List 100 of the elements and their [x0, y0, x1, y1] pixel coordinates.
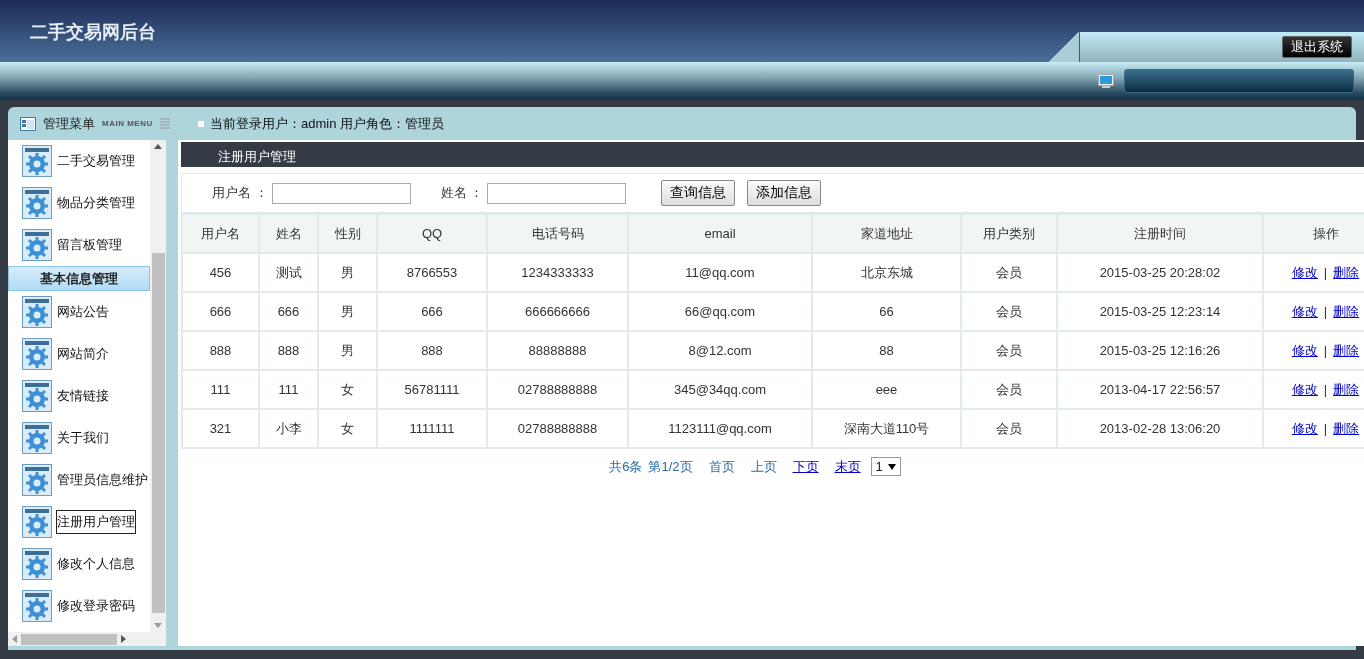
gear-icon: [22, 229, 52, 261]
column-header: 家道地址: [812, 214, 961, 253]
section-title: 注册用户管理: [181, 142, 1364, 167]
table-link[interactable]: 修改: [1291, 381, 1318, 397]
table-cell: 2015-03-25 12:23:14: [1057, 292, 1263, 331]
user-info: 当前登录用户：admin 用户角色：管理员: [210, 114, 445, 133]
table-cell: 1234333333: [487, 253, 628, 292]
table-link[interactable]: 修改: [1291, 420, 1318, 436]
gear-icon: [22, 380, 52, 412]
field-label: 姓名 ：: [440, 184, 484, 202]
table-cell: 会员: [961, 331, 1057, 370]
column-header: 姓名: [259, 214, 318, 253]
table-cell: 男: [318, 253, 377, 292]
scrollbar[interactable]: [150, 140, 166, 632]
sidebar-item[interactable]: 网站简介: [56, 342, 110, 366]
table-cell: 2013-02-28 13:06:20: [1057, 409, 1263, 448]
up-arrow-icon[interactable]: [154, 144, 162, 149]
menu-group-header[interactable]: 基本信息管理: [8, 266, 150, 291]
sidebar-item[interactable]: 注册用户管理: [56, 510, 136, 534]
table-cell: 女: [318, 370, 377, 409]
column-header: email: [628, 214, 812, 253]
column-header: 电话号码: [487, 214, 628, 253]
separator: |: [1323, 264, 1328, 280]
column-header: 操作: [1263, 214, 1364, 253]
input-field[interactable]: [487, 182, 627, 204]
table-cell: 888: [182, 331, 259, 370]
gear-icon: [22, 590, 52, 622]
table-cell: 02788888888: [487, 370, 628, 409]
table-link[interactable]: 修改: [1291, 303, 1318, 319]
table-cell: 88: [812, 331, 961, 370]
table-cell: 北京东城: [812, 253, 961, 292]
sidebar-item[interactable]: 二手交易管理: [56, 149, 136, 173]
table-cell: 8766553: [377, 253, 487, 292]
logout-button[interactable]: 退出系统: [1282, 36, 1352, 58]
sidebar-item[interactable]: 修改登录密码: [56, 594, 136, 618]
sidebar-item[interactable]: 友情链接: [56, 384, 110, 408]
down-arrow-icon[interactable]: [154, 623, 162, 628]
table-link[interactable]: 修改: [1291, 342, 1318, 358]
table-cell: 456: [182, 253, 259, 292]
input-field[interactable]: [271, 182, 411, 204]
column-header: QQ: [377, 214, 487, 253]
table-cell: 66: [812, 292, 961, 331]
pager-link[interactable]: 末页: [834, 457, 861, 476]
table-link[interactable]: 修改: [1291, 264, 1318, 280]
sidebar-item[interactable]: 留言板管理: [56, 233, 123, 257]
page-select[interactable]: 1: [870, 457, 901, 476]
table-cell: 666: [259, 292, 318, 331]
action-button[interactable]: 添加信息: [747, 180, 822, 206]
table-link[interactable]: 删除: [1333, 264, 1360, 280]
table-cell: 11@qq.com: [628, 253, 812, 292]
table-cell: 会员: [961, 370, 1057, 409]
column-header: 性别: [318, 214, 377, 253]
scrollbar[interactable]: [8, 632, 166, 646]
table-cell: 1111111: [377, 409, 487, 448]
right-arrow-icon[interactable]: [121, 635, 126, 643]
separator: |: [1323, 420, 1328, 436]
gear-icon: [22, 506, 52, 538]
field-label: 用户名 ：: [212, 184, 268, 202]
table-link[interactable]: 删除: [1333, 303, 1360, 319]
sidebar-item[interactable]: 管理员信息维护: [56, 468, 149, 492]
column-header: 注册时间: [1057, 214, 1263, 253]
table-cell: 1123111@qq.com: [628, 409, 812, 448]
table-cell: 111: [182, 370, 259, 409]
table-cell: 2015-03-25 20:28:02: [1057, 253, 1263, 292]
gear-icon: [22, 145, 52, 177]
gear-icon: [22, 187, 52, 219]
sidebar-item[interactable]: 关于我们: [56, 426, 110, 450]
table-cell: 666: [182, 292, 259, 331]
table-link[interactable]: 删除: [1333, 342, 1360, 358]
table-cell: 男: [318, 331, 377, 370]
table-cell: 女: [318, 409, 377, 448]
table-cell: 会员: [961, 409, 1057, 448]
gear-icon: [22, 464, 52, 496]
grip-icon: [159, 117, 170, 130]
table-cell: 56781111: [377, 370, 487, 409]
separator: |: [1323, 303, 1328, 319]
table-link[interactable]: 删除: [1333, 381, 1360, 397]
column-header: 用户类别: [961, 214, 1057, 253]
table-cell: 会员: [961, 292, 1057, 331]
table-cell: 111: [259, 370, 318, 409]
sidebar-item[interactable]: 修改个人信息: [56, 552, 136, 576]
table-link[interactable]: 删除: [1333, 420, 1360, 436]
table-cell: 深南大道110号: [812, 409, 961, 448]
menu-title: 管理菜单: [43, 114, 95, 133]
site-title: 二手交易网后台: [29, 21, 156, 44]
sidebar-item[interactable]: 网站公告: [56, 300, 110, 324]
action-button[interactable]: 查询信息: [661, 180, 736, 206]
left-arrow-icon[interactable]: [12, 635, 17, 643]
window-icon: [20, 116, 36, 131]
bullet-icon: [198, 120, 204, 127]
table-cell: eee: [812, 370, 961, 409]
table-cell: 666666666: [487, 292, 628, 331]
table-cell: 888: [259, 331, 318, 370]
table-cell: 2013-04-17 22:56:57: [1057, 370, 1263, 409]
sidebar-item[interactable]: 物品分类管理: [56, 191, 136, 215]
pager-link[interactable]: 下页: [792, 457, 819, 476]
gear-icon: [22, 422, 52, 454]
table-cell: 8@12.com: [628, 331, 812, 370]
table-cell: 666: [377, 292, 487, 331]
caret-icon: [887, 463, 896, 470]
